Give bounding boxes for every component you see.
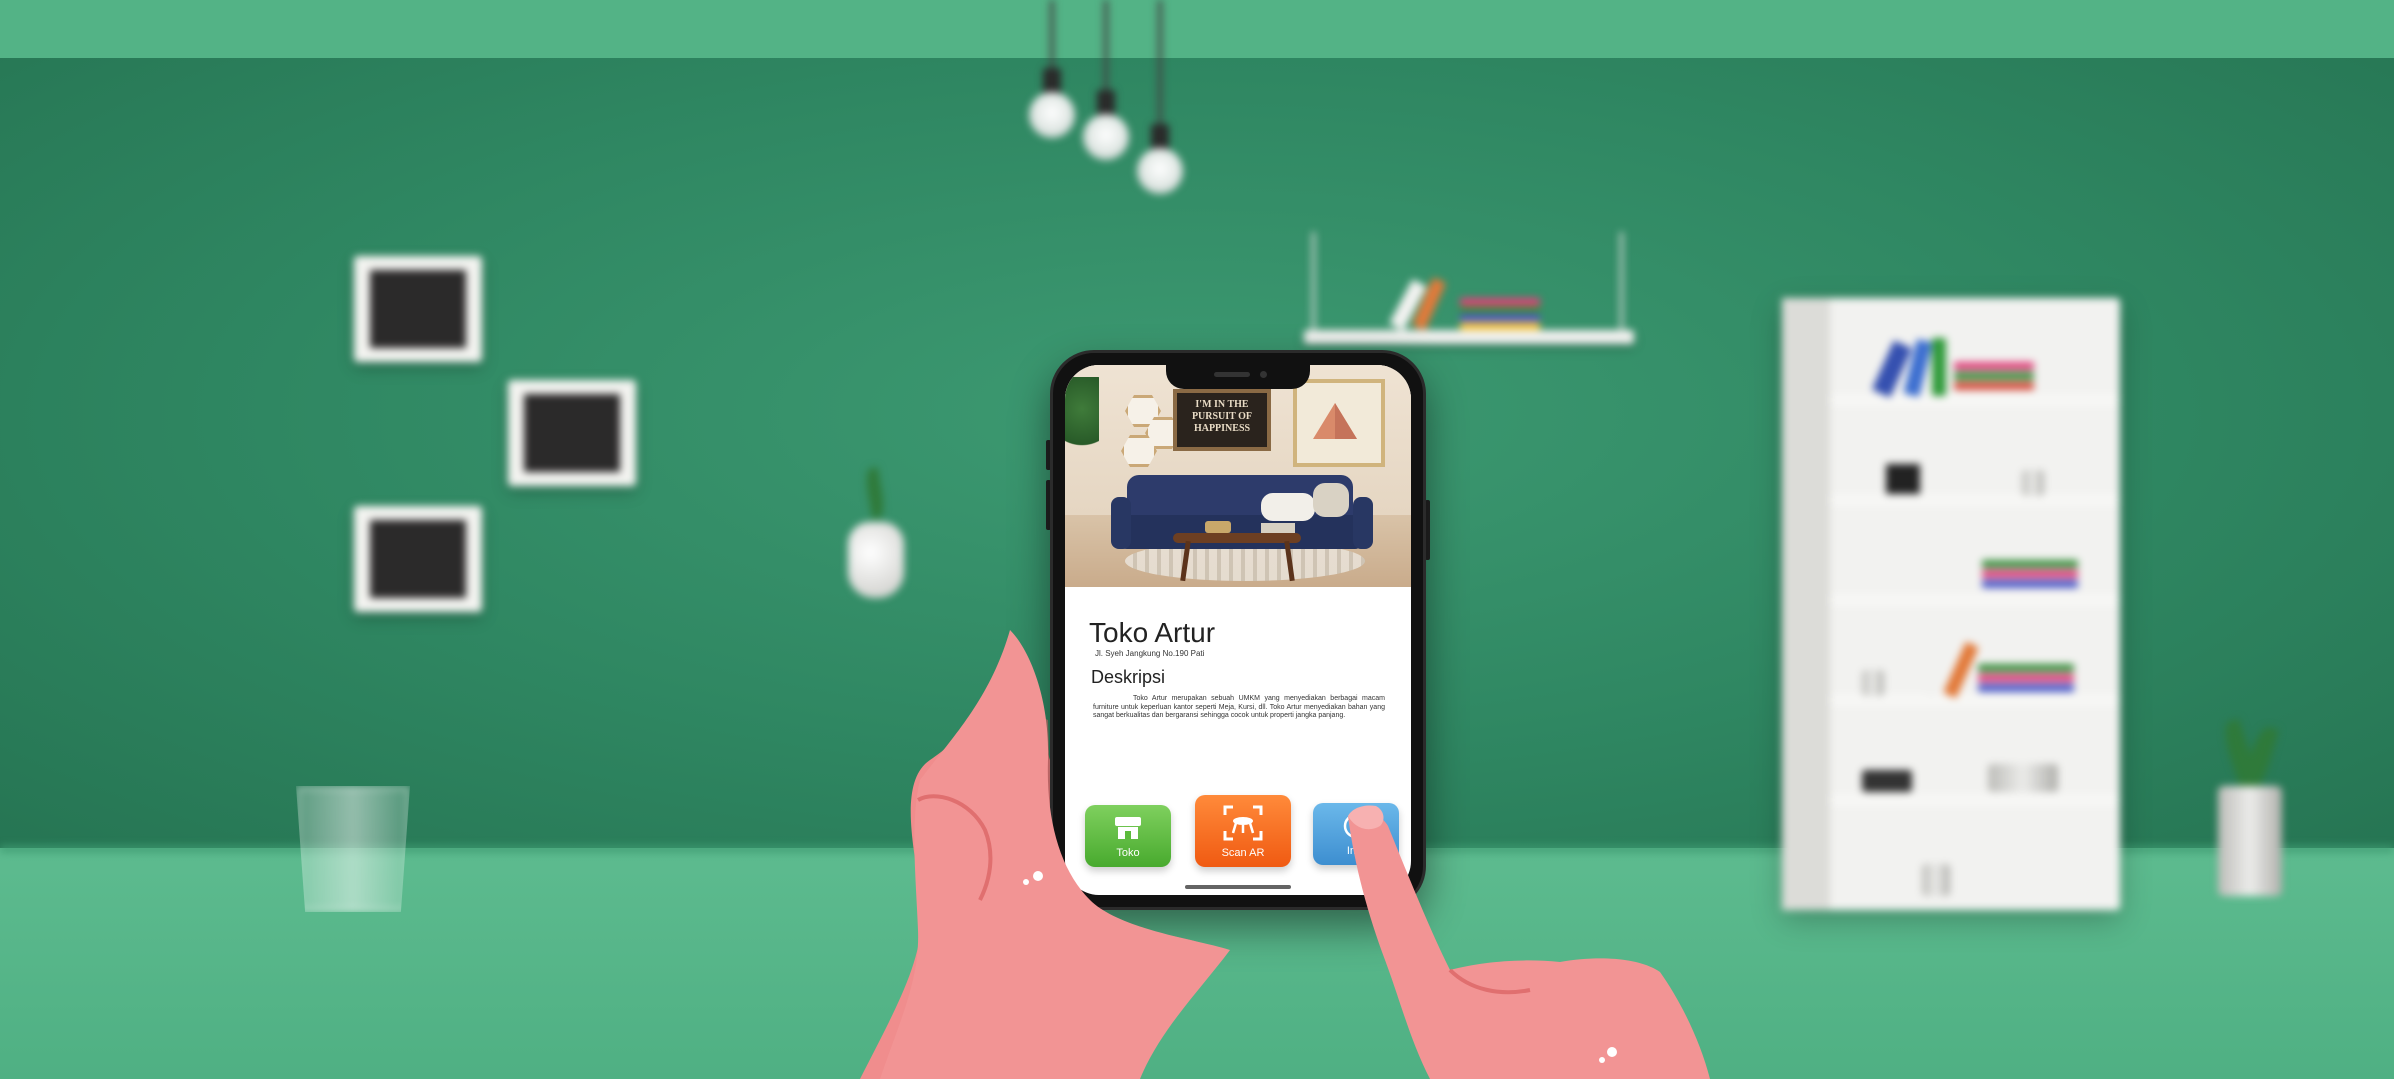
hero-art-frame xyxy=(1293,379,1385,467)
wall-frame-3 xyxy=(354,506,482,612)
wall-frame-1 xyxy=(354,256,482,362)
wall-vase xyxy=(846,467,906,608)
floor-plant xyxy=(2210,718,2290,900)
wall-frame-2 xyxy=(508,380,636,486)
poster-line-2: PURSUIT OF xyxy=(1191,411,1253,422)
info-button[interactable]: Info xyxy=(1313,803,1399,865)
store-icon xyxy=(1115,817,1141,839)
store-name: Toko Artur xyxy=(1089,617,1216,648)
hanging-shelf xyxy=(1300,232,1640,352)
poster-line-3: HAPPINESS xyxy=(1193,423,1251,434)
hero-cushion xyxy=(1261,493,1315,521)
home-indicator xyxy=(1185,885,1291,889)
phone: I'M IN THE PURSUIT OF HAPPINESS Toko Art… xyxy=(1050,350,1426,910)
scan-ar-button-label: Scan AR xyxy=(1221,847,1265,859)
info-button-label: Info xyxy=(1346,845,1366,857)
hero-coffee-table xyxy=(1173,533,1301,543)
trash-bin xyxy=(296,786,410,912)
toko-button-label: Toko xyxy=(1116,847,1140,859)
app-screen: I'M IN THE PURSUIT OF HAPPINESS Toko Art… xyxy=(1065,365,1411,895)
store-address: Jl. Syeh Jangkung No.190 Pati xyxy=(1095,649,1205,658)
toko-button[interactable]: Toko xyxy=(1085,805,1171,867)
info-icon xyxy=(1343,813,1369,839)
bookcase xyxy=(1782,298,2120,910)
ceiling xyxy=(0,0,2394,58)
scan-ar-button[interactable]: Scan AR xyxy=(1195,795,1291,867)
pendant-lamps xyxy=(1022,0,1183,200)
hero-plant xyxy=(1065,377,1099,457)
description-heading: Deskripsi xyxy=(1091,667,1166,687)
poster-line-1: I'M IN THE xyxy=(1195,399,1249,410)
hero-poster: I'M IN THE PURSUIT OF HAPPINESS xyxy=(1173,389,1271,451)
ar-scan-icon xyxy=(1223,805,1263,841)
description-text: Toko Artur merupakan sebuah UMKM yang me… xyxy=(1093,695,1385,719)
store-hero-image: I'M IN THE PURSUIT OF HAPPINESS xyxy=(1065,365,1411,587)
phone-notch xyxy=(1166,365,1310,389)
